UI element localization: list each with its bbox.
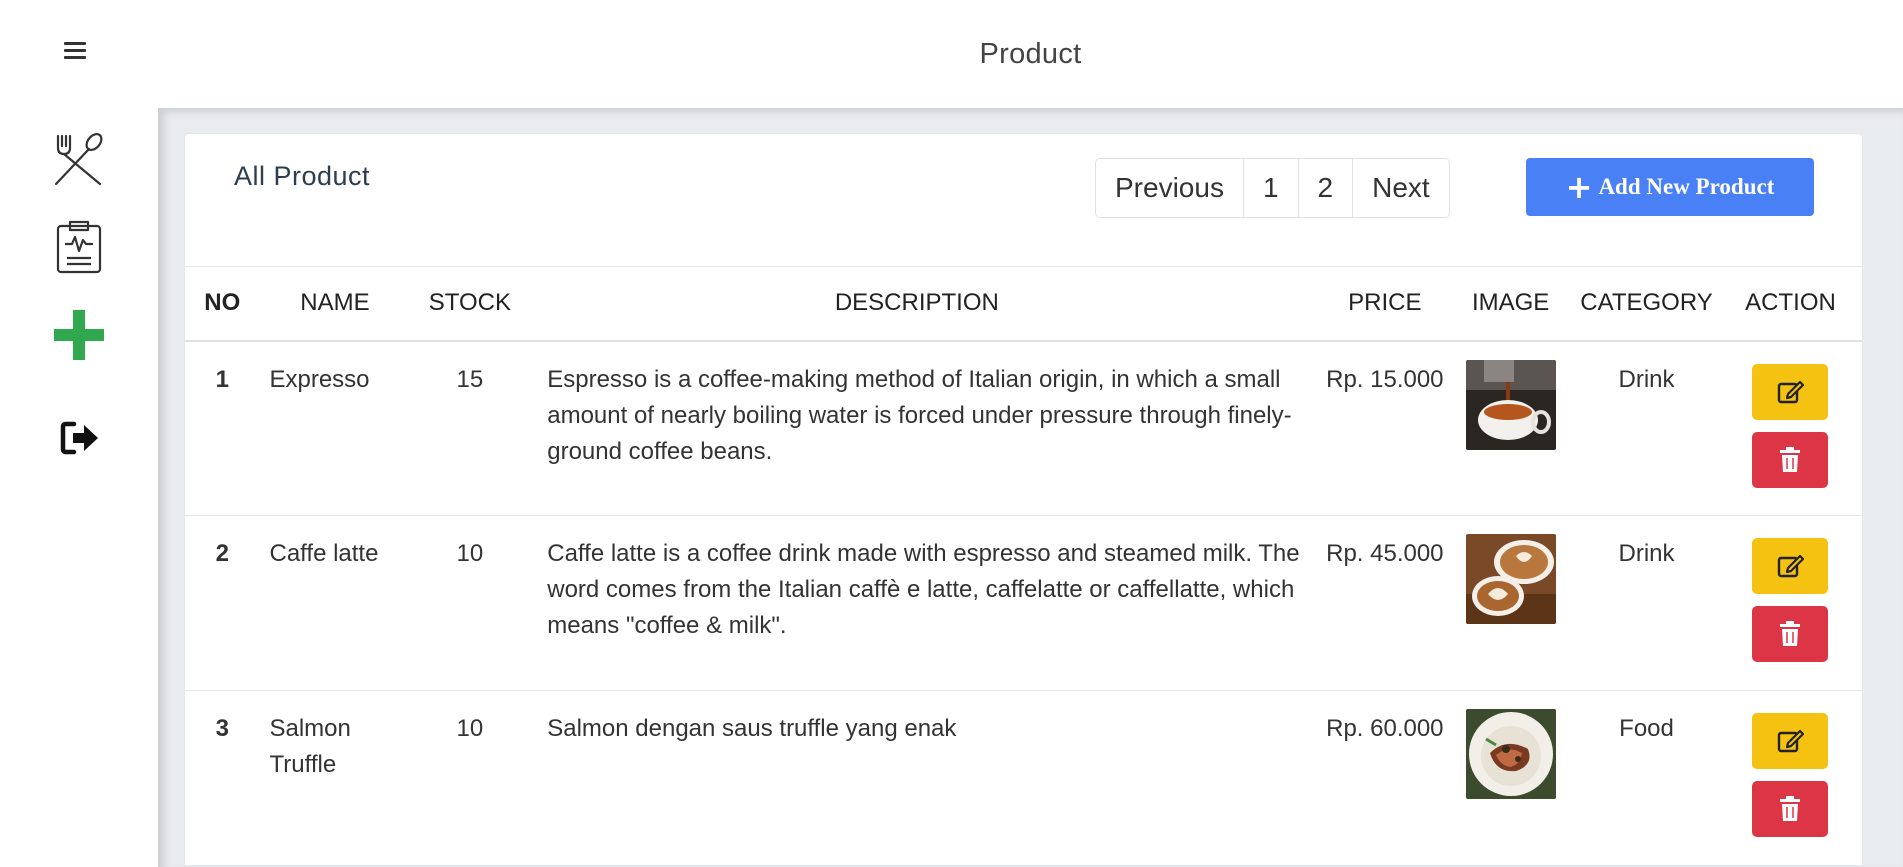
column-header-category: CATEGORY — [1576, 266, 1717, 342]
column-header-description: DESCRIPTION — [529, 266, 1325, 342]
sidebar — [0, 0, 158, 867]
delete-button[interactable] — [1752, 431, 1829, 488]
table-header-row: NO NAME STOCK DESCRIPTION PRICE IMAGE CA… — [185, 266, 1862, 342]
row-no: 1 — [185, 340, 260, 516]
add-new-product-button[interactable]: + Add New Product — [1526, 158, 1814, 216]
row-price: Rp. 15.000 — [1324, 340, 1446, 516]
column-header-action: ACTION — [1716, 266, 1862, 342]
header: Product — [158, 0, 1903, 108]
product-image-espresso — [1465, 359, 1556, 450]
row-no: 2 — [185, 515, 260, 691]
delete-button[interactable] — [1752, 606, 1829, 662]
product-card: All Product Previous 1 2 Next + Add New … — [184, 133, 1863, 867]
row-name: Expresso — [259, 340, 411, 516]
column-header-no: NO — [185, 266, 260, 342]
add-button-label: Add New Product — [1598, 174, 1775, 199]
row-price: Rp. 60.000 — [1324, 690, 1446, 866]
plus-icon[interactable] — [52, 308, 106, 362]
card-title: All Product — [234, 161, 371, 191]
row-category: Drink — [1576, 515, 1717, 691]
trash-icon — [1780, 446, 1801, 472]
trash-icon — [1780, 796, 1801, 821]
edit-icon — [1778, 380, 1805, 403]
logout-icon[interactable] — [60, 420, 100, 456]
row-stock: 10 — [410, 515, 530, 691]
edit-button[interactable] — [1752, 363, 1829, 420]
trash-icon — [1780, 621, 1801, 646]
column-header-image: IMAGE — [1445, 266, 1577, 342]
row-name: Caffe latte — [259, 515, 411, 691]
row-description: Caffe latte is a coffee drink made with … — [529, 515, 1325, 691]
column-header-name: NAME — [259, 266, 411, 342]
row-no: 3 — [185, 690, 260, 866]
pagination-page-1[interactable]: 1 — [1243, 159, 1299, 217]
column-header-price: PRICE — [1324, 266, 1446, 342]
edit-button[interactable] — [1752, 538, 1829, 594]
pagination-next[interactable]: Next — [1353, 159, 1449, 217]
row-category: Food — [1576, 690, 1717, 866]
table-row: 3 Salmon Truffle 10 Salmon dengan saus t… — [185, 690, 1862, 866]
edit-icon — [1778, 729, 1805, 753]
row-stock: 15 — [410, 340, 530, 516]
edit-icon — [1778, 554, 1805, 578]
table-row: 1 Expresso 15 Espresso is a coffee-makin… — [185, 340, 1862, 516]
table-row: 2 Caffe latte 10 Caffe latte is a coffee… — [185, 515, 1862, 691]
row-description: Espresso is a coffee-making method of It… — [529, 340, 1325, 516]
product-image-salmon-truffle — [1465, 709, 1556, 799]
product-image-caffe-latte — [1465, 534, 1556, 624]
pagination-previous[interactable]: Previous — [1096, 159, 1244, 217]
delete-button[interactable] — [1752, 781, 1829, 837]
row-category: Drink — [1576, 340, 1717, 516]
product-table: NO NAME STOCK DESCRIPTION PRICE IMAGE CA… — [185, 266, 1862, 866]
pagination-page-2[interactable]: 2 — [1298, 159, 1354, 217]
edit-button[interactable] — [1752, 713, 1829, 769]
utensils-icon[interactable] — [50, 130, 108, 188]
row-description: Salmon dengan saus truffle yang enak — [529, 690, 1325, 866]
clipboard-icon[interactable] — [55, 220, 103, 274]
menu-icon[interactable] — [64, 38, 94, 68]
column-header-stock: STOCK — [410, 266, 530, 342]
row-stock: 10 — [410, 690, 530, 866]
page-title: Product — [979, 38, 1082, 70]
row-name: Salmon Truffle — [259, 690, 411, 866]
pagination: Previous 1 2 Next — [1095, 158, 1450, 218]
plus-icon: + — [1565, 168, 1593, 206]
row-price: Rp. 45.000 — [1324, 515, 1446, 691]
